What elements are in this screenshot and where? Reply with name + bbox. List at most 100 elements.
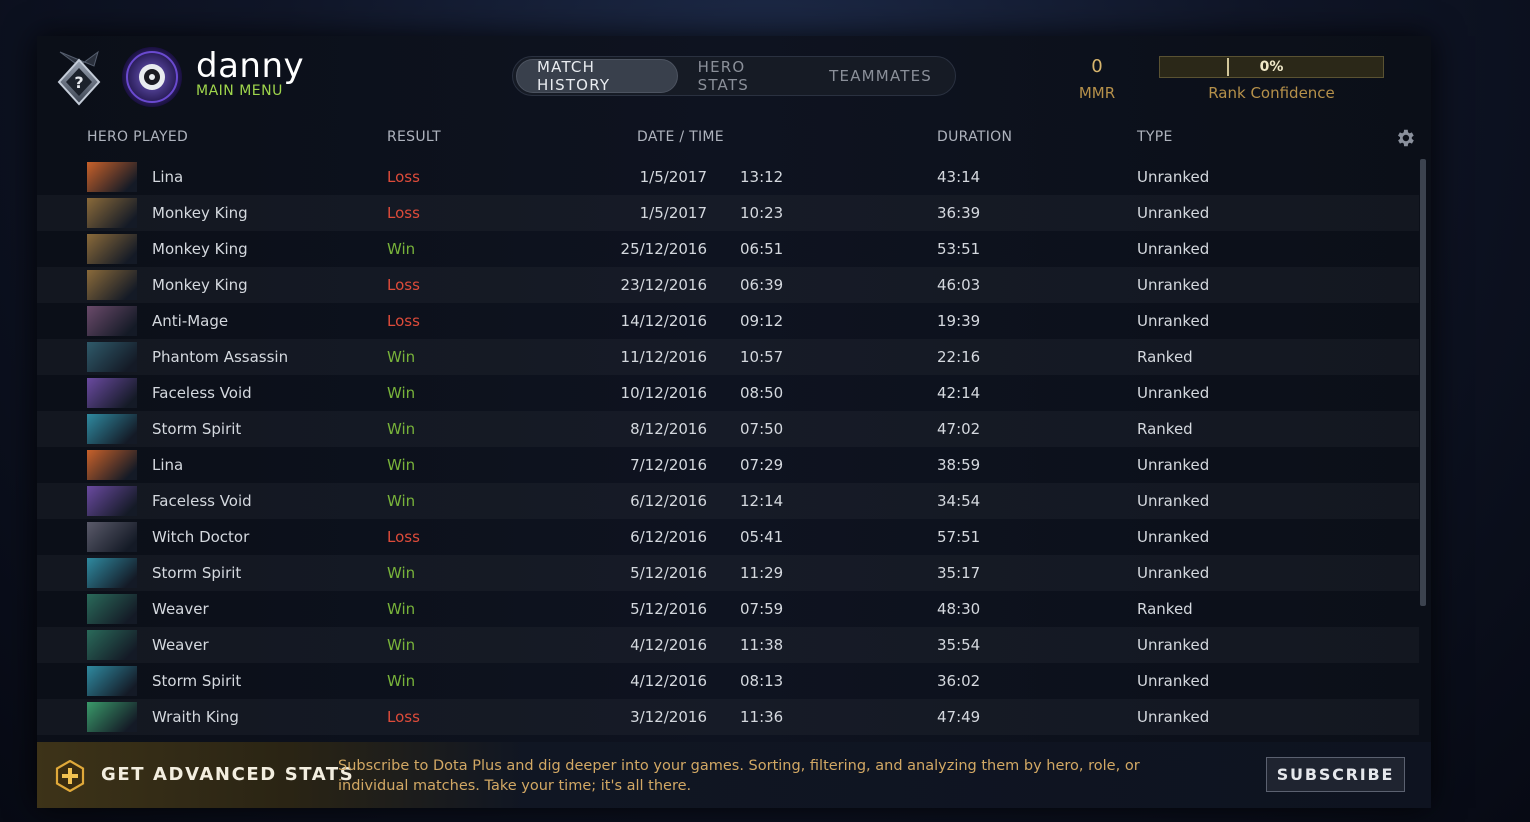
match-result: Win (387, 456, 416, 474)
hero-name: Phantom Assassin (152, 348, 289, 366)
match-type: Unranked (1137, 204, 1210, 222)
hero-name: Storm Spirit (152, 564, 242, 582)
tab-match-history[interactable]: MATCH HISTORY (516, 58, 678, 94)
match-time: 10:23 (740, 204, 784, 222)
hero-portrait (87, 198, 137, 228)
match-duration: 34:54 (937, 492, 981, 510)
match-date: 23/12/2016 (620, 276, 707, 294)
match-result: Win (387, 420, 416, 438)
match-time: 06:39 (740, 276, 784, 294)
table-row[interactable]: Storm Spirit Win 4/12/2016 08:13 36:02 Unrank… (37, 663, 1419, 699)
hero-portrait (87, 414, 137, 444)
hero-portrait (87, 702, 137, 732)
hero-portrait (87, 234, 137, 264)
table-row[interactable]: Weaver Win 5/12/2016 07:59 48:30 Ranked (37, 591, 1419, 627)
hero-name: Witch Doctor (152, 528, 250, 546)
match-date: 8/12/2016 (630, 420, 707, 438)
table-row[interactable]: Wraith King Loss 3/12/2016 11:36 47:49 Unrank… (37, 699, 1419, 735)
hero-name: Monkey King (152, 240, 248, 258)
scrollbar[interactable] (1420, 159, 1426, 606)
rank-confidence-bar: 0% (1159, 56, 1384, 78)
main-menu-link[interactable]: MAIN MENU (196, 83, 283, 99)
column-header-datetime[interactable]: DATE / TIME (637, 129, 724, 145)
match-result: Loss (387, 204, 420, 222)
hero-portrait (87, 666, 137, 696)
match-type: Ranked (1137, 348, 1193, 366)
match-date: 5/12/2016 (630, 564, 707, 582)
match-result: Loss (387, 528, 420, 546)
match-time: 11:36 (740, 708, 784, 726)
hero-portrait (87, 630, 137, 660)
advanced-stats-description: Subscribe to Dota Plus and dig deeper in… (338, 758, 1140, 794)
match-date: 1/5/2017 (639, 168, 707, 186)
table-row[interactable]: Faceless Void Win 10/12/2016 08:50 42:14 Unra… (37, 375, 1419, 411)
match-duration: 47:02 (937, 420, 981, 438)
column-header-duration[interactable]: DURATION (937, 129, 1012, 145)
match-type: Unranked (1137, 240, 1210, 258)
column-header-hero[interactable]: HERO PLAYED (87, 129, 188, 145)
subscribe-button[interactable]: SUBSCRIBE (1266, 757, 1405, 792)
match-duration: 36:02 (937, 672, 981, 690)
hero-portrait (87, 558, 137, 588)
hero-name: Faceless Void (152, 384, 252, 402)
table-row[interactable]: Faceless Void Win 6/12/2016 12:14 34:54 Unran… (37, 483, 1419, 519)
match-list: Lina Loss 1/5/2017 13:12 43:14 Unranked Monkey… (37, 159, 1419, 744)
table-row[interactable]: Weaver Win 4/12/2016 11:38 35:54 Unranked (37, 627, 1419, 663)
table-row[interactable]: Witch Doctor Loss 6/12/2016 05:41 57:51 Unran… (37, 519, 1419, 555)
rank-badge-glyph: ? (74, 73, 83, 92)
match-time: 08:13 (740, 672, 784, 690)
hero-name: Anti-Mage (152, 312, 229, 330)
table-row[interactable]: Monkey King Loss 1/5/2017 10:23 36:39 Unranke… (37, 195, 1419, 231)
tab-teammates[interactable]: TEAMMATES (809, 59, 952, 93)
table-row[interactable]: Phantom Assassin Win 11/12/2016 10:57 22:16 R… (37, 339, 1419, 375)
column-header-type[interactable]: TYPE (1137, 129, 1173, 145)
hero-portrait (87, 270, 137, 300)
table-row[interactable]: Anti-Mage Loss 14/12/2016 09:12 19:39 Unranke… (37, 303, 1419, 339)
match-type: Unranked (1137, 456, 1210, 474)
table-row[interactable]: Storm Spirit Win 5/12/2016 11:29 35:17 Unrank… (37, 555, 1419, 591)
table-row[interactable]: Lina Loss 1/5/2017 13:12 43:14 Unranked (37, 159, 1419, 195)
table-row[interactable]: Monkey King Win 25/12/2016 06:51 53:51 Unrank… (37, 231, 1419, 267)
match-duration: 53:51 (937, 240, 981, 258)
match-duration: 36:39 (937, 204, 981, 222)
table-row[interactable]: Lina Win 7/12/2016 07:29 38:59 Unranked (37, 447, 1419, 483)
match-date: 11/12/2016 (620, 348, 707, 366)
match-time: 07:50 (740, 420, 784, 438)
hero-portrait (87, 378, 137, 408)
hero-name: Weaver (152, 600, 209, 618)
hero-name: Wraith King (152, 708, 239, 726)
match-date: 1/5/2017 (639, 204, 707, 222)
match-time: 13:12 (740, 168, 784, 186)
match-date: 25/12/2016 (620, 240, 707, 258)
hero-name: Monkey King (152, 204, 248, 222)
rank-badge-icon[interactable]: ? (52, 46, 106, 108)
match-time: 05:41 (740, 528, 784, 546)
plus-badge-icon (55, 760, 85, 792)
view-tabs: MATCH HISTORY HERO STATS TEAMMATES (512, 56, 956, 96)
column-header-result[interactable]: RESULT (387, 129, 441, 145)
table-row[interactable]: Monkey King Loss 23/12/2016 06:39 46:03 Unran… (37, 267, 1419, 303)
username: danny (196, 46, 305, 86)
match-duration: 48:30 (937, 600, 981, 618)
match-duration: 46:03 (937, 276, 981, 294)
hero-portrait (87, 594, 137, 624)
match-result: Win (387, 672, 416, 690)
match-result: Win (387, 384, 416, 402)
gear-icon[interactable] (1394, 127, 1416, 149)
hero-name: Lina (152, 456, 184, 474)
match-type: Unranked (1137, 312, 1210, 330)
hero-name: Weaver (152, 636, 209, 654)
match-date: 4/12/2016 (630, 672, 707, 690)
match-type: Unranked (1137, 492, 1210, 510)
match-time: 08:50 (740, 384, 784, 402)
match-date: 6/12/2016 (630, 492, 707, 510)
mmr-label: MMR (1078, 84, 1116, 102)
tab-hero-stats[interactable]: HERO STATS (678, 58, 810, 94)
match-duration: 35:17 (937, 564, 981, 582)
table-row[interactable]: Storm Spirit Win 8/12/2016 07:50 47:02 Ranked (37, 411, 1419, 447)
advanced-stats-title: GET ADVANCED STATS (101, 764, 355, 785)
match-duration: 22:16 (937, 348, 981, 366)
match-date: 10/12/2016 (620, 384, 707, 402)
advanced-stats-banner: GET ADVANCED STATS Subscribe to Dota Plu… (37, 742, 1431, 808)
avatar[interactable] (121, 46, 183, 108)
